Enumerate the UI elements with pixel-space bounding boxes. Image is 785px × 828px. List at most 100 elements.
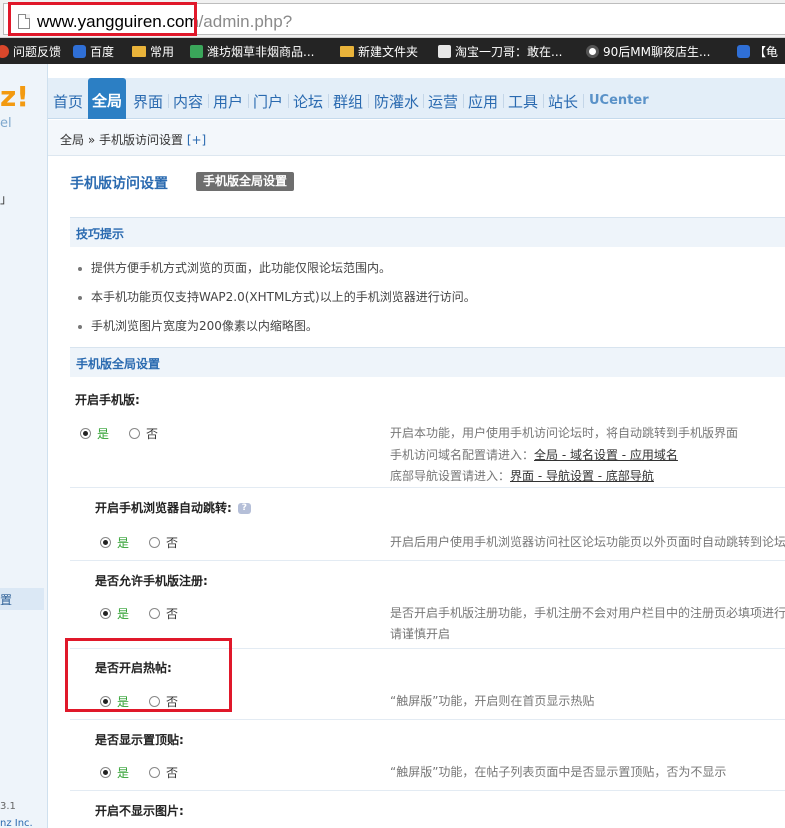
domain-settings-link[interactable]: 全局 - 域名设置 - 应用域名 <box>534 448 678 462</box>
setting-description: “触屏版”功能，开启则在首页显示热贴 <box>390 694 595 708</box>
tab-badge-global-settings[interactable]: 手机版全局设置 <box>196 172 295 191</box>
screenshot-root: www.yangguiren.com/admin.php? 问题反馈 百度 常用… <box>0 0 785 828</box>
bookmark-item[interactable]: 新建文件夹 <box>340 43 418 59</box>
browser-address-bar: www.yangguiren.com/admin.php? <box>0 0 785 38</box>
tab-groups[interactable]: 群组 <box>333 91 363 112</box>
site-icon <box>190 44 203 58</box>
page-title[interactable]: 手机版访问设置 <box>70 173 168 193</box>
clock-icon <box>586 44 599 58</box>
tab-separator <box>423 94 424 108</box>
bookmark-item[interactable]: 常用 <box>132 43 174 59</box>
tip-text: 手机浏览图片宽度为200像素以内缩略图。 <box>91 319 318 333</box>
discuz-logo: z! <box>0 80 30 113</box>
tab-separator <box>368 94 369 108</box>
company-link[interactable]: nz Inc. <box>0 818 33 828</box>
tab-separator <box>503 94 504 108</box>
setting-label-sticky-threads: 是否显示置顶贴: <box>95 733 184 747</box>
radio-yes[interactable] <box>100 767 111 778</box>
radio-group-auto-redirect: 是 否 <box>100 534 178 551</box>
setting-description: 底部导航设置请进入：界面 - 导航设置 - 底部导航 <box>390 467 654 484</box>
tab-separator <box>328 94 329 108</box>
nav-tabs: 首页 全局 界面 内容 用户 门户 论坛 群组 防灌水 运营 应用 工具 站长 … <box>48 78 785 119</box>
bookmark-item[interactable]: 问题反馈 <box>0 43 61 59</box>
version-text: 3.1 <box>0 801 16 812</box>
tip-item: 本手机功能页仅支持WAP2.0(XHTML方式)以上的手机浏览器进行访问。 <box>78 288 476 305</box>
setting-description: 请谨慎开启 <box>390 627 451 641</box>
bookmark-label: 潍坊烟草非烟商品... <box>207 44 315 59</box>
tab-global[interactable]: 全局 <box>88 78 127 119</box>
tab-ucenter[interactable]: UCenter <box>589 93 649 108</box>
row-divider <box>70 487 785 488</box>
bookmark-label: 问题反馈 <box>13 44 62 59</box>
tab-antispam[interactable]: 防灌水 <box>374 91 419 112</box>
bookmark-item[interactable]: 90后MM聊夜店生... <box>586 43 710 59</box>
bookmark-item[interactable]: 潍坊烟草非烟商品... <box>190 43 314 59</box>
setting-label-mobile-enable: 开启手机版: <box>75 393 140 407</box>
tab-forum[interactable]: 论坛 <box>293 91 323 112</box>
logo-subtitle: el <box>0 116 12 131</box>
tab-content[interactable]: 内容 <box>173 91 203 112</box>
tab-webmaster[interactable]: 站长 <box>548 91 578 112</box>
bullet-icon <box>78 266 82 271</box>
bookmark-label: 淘宝一刀哥：敢在... <box>455 44 563 59</box>
bookmark-item[interactable]: 【龟 <box>737 43 778 59</box>
radio-group-mobile-register: 是 否 <box>100 605 178 622</box>
admin-sidebar: z! el 」 置 3.1 nz Inc. <box>0 64 48 828</box>
url-highlight-box <box>8 2 197 36</box>
desc-prefix: 底部导航设置请进入： <box>390 469 511 483</box>
row-divider <box>70 719 785 720</box>
folder-icon <box>340 45 354 57</box>
radio-no-label: 否 <box>166 766 179 780</box>
radio-no[interactable] <box>149 608 161 619</box>
radio-no[interactable] <box>149 537 161 548</box>
radio-no[interactable] <box>149 767 161 778</box>
bookmark-label: 【龟 <box>754 44 779 59</box>
settings-header: 手机版全局设置 <box>70 347 785 377</box>
highlight-box-hot-threads <box>65 638 232 712</box>
setting-label-auto-redirect: 开启手机浏览器自动跳转:? <box>95 499 251 516</box>
radio-yes[interactable] <box>80 428 91 439</box>
main-content: 手机版访问设置 手机版全局设置 技巧提示 提供方便手机方式浏览的页面，此功能仅限… <box>48 157 785 828</box>
breadcrumb-path: 全局 » 手机版访问设置 <box>60 133 183 147</box>
tab-apps[interactable]: 应用 <box>468 91 498 112</box>
baidu-paw-icon <box>737 44 750 58</box>
url-path: /admin.php? <box>198 12 293 31</box>
row-divider <box>70 560 785 561</box>
radio-yes[interactable] <box>100 537 111 548</box>
tab-users[interactable]: 用户 <box>213 91 243 112</box>
radio-group-mobile-enable: 是 否 <box>80 425 158 442</box>
tab-tools[interactable]: 工具 <box>508 91 538 112</box>
bottom-nav-link[interactable]: 界面 - 导航设置 - 底部导航 <box>510 469 654 483</box>
radio-no[interactable] <box>129 428 141 439</box>
tab-operations[interactable]: 运营 <box>428 91 458 112</box>
radio-yes-label: 是 <box>117 536 130 550</box>
bookmarks-bar: 问题反馈 百度 常用 潍坊烟草非烟商品... 新建文件夹 淘宝一刀哥：敢在...… <box>0 38 785 64</box>
bookmark-item[interactable]: 百度 <box>73 43 114 59</box>
setting-description: 是否开启手机版注册功能，手机注册不会对用户栏目中的注册页必填项进行 <box>390 606 785 620</box>
radio-group-sticky-threads: 是 否 <box>100 764 178 781</box>
tip-text: 提供方便手机方式浏览的页面，此功能仅限论坛范围内。 <box>91 261 392 275</box>
radio-yes-label: 是 <box>117 766 130 780</box>
bookmark-label: 常用 <box>150 44 175 59</box>
radio-no-label: 否 <box>166 536 179 550</box>
setting-label-mobile-register: 是否允许手机版注册: <box>95 574 208 588</box>
sidebar-item-active[interactable]: 置 <box>0 588 44 610</box>
feedback-icon <box>0 44 9 58</box>
add-shortcut-link[interactable]: [+] <box>187 133 206 147</box>
setting-label-hide-images: 开启不显示图片: <box>95 804 184 818</box>
tip-text: 本手机功能页仅支持WAP2.0(XHTML方式)以上的手机浏览器进行访问。 <box>91 290 476 304</box>
radio-yes[interactable] <box>100 608 111 619</box>
tip-item: 手机浏览图片宽度为200像素以内缩略图。 <box>78 317 318 334</box>
top-navigation: 首页 全局 界面 内容 用户 门户 论坛 群组 防灌水 运营 应用 工具 站长 … <box>48 64 785 119</box>
radio-no-label: 否 <box>146 427 159 441</box>
tab-separator <box>208 94 209 108</box>
baidu-paw-icon <box>73 44 86 58</box>
tips-header: 技巧提示 <box>70 217 785 247</box>
tab-interface[interactable]: 界面 <box>133 91 163 112</box>
tab-home[interactable]: 首页 <box>53 91 83 112</box>
bookmark-label: 90后MM聊夜店生... <box>603 44 711 59</box>
bookmark-item[interactable]: 淘宝一刀哥：敢在... <box>438 43 562 59</box>
row-divider <box>70 790 785 791</box>
tab-portal[interactable]: 门户 <box>253 91 283 112</box>
help-icon[interactable]: ? <box>237 503 251 514</box>
